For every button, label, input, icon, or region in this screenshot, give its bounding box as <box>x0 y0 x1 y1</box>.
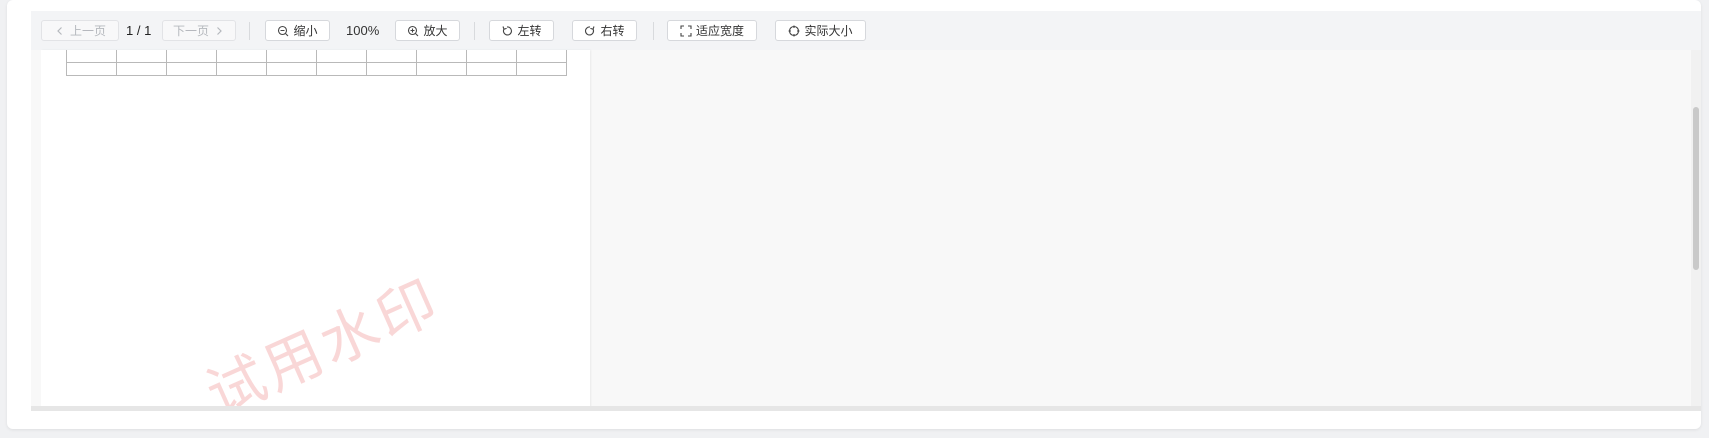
table-row <box>66 61 567 76</box>
fit-width-icon <box>680 24 692 37</box>
document-table <box>66 50 567 76</box>
document-viewer: 上一页 1 / 1 下一页 缩小 100% 放大 左转 右转 适应宽度 实际大小… <box>31 11 1701 411</box>
rotate-right-button[interactable]: 右转 <box>572 20 637 41</box>
toolbar-divider <box>474 22 475 40</box>
table-cell <box>466 50 517 63</box>
table-cell <box>466 61 517 76</box>
page-indicator: 1 / 1 <box>126 23 152 38</box>
table-cell <box>216 50 267 63</box>
rotate-left-label: 左转 <box>517 24 542 38</box>
table-cell <box>516 50 567 63</box>
table-row <box>66 50 567 63</box>
viewer-toolbar: 上一页 1 / 1 下一页 缩小 100% 放大 左转 右转 适应宽度 实际大小 <box>31 11 1701 50</box>
zoom-level: 100% <box>346 23 380 38</box>
viewer-card: 上一页 1 / 1 下一页 缩小 100% 放大 左转 右转 适应宽度 实际大小… <box>7 0 1701 429</box>
toolbar-divider <box>249 22 250 40</box>
rotate-right-icon <box>585 25 596 36</box>
prev-page-label: 上一页 <box>69 24 106 38</box>
vertical-scrollbar-thumb[interactable] <box>1693 107 1699 270</box>
document-page: 试用水印 <box>41 50 590 411</box>
table-cell <box>366 61 417 76</box>
table-cell <box>316 50 367 63</box>
table-cell <box>166 50 217 63</box>
zoom-in-button[interactable]: 放大 <box>395 20 460 41</box>
table-cell <box>516 61 567 76</box>
zoom-out-icon <box>278 25 289 36</box>
toolbar-divider <box>653 22 654 40</box>
horizontal-scrollbar[interactable] <box>31 406 1701 411</box>
chevron-right-icon <box>217 26 222 35</box>
zoom-in-icon <box>408 25 419 36</box>
fit-width-button[interactable]: 适应宽度 <box>667 20 757 41</box>
table-cell <box>266 50 317 63</box>
actual-size-button[interactable]: 实际大小 <box>775 20 866 41</box>
zoom-out-label: 缩小 <box>293 24 318 38</box>
table-cell <box>216 61 267 76</box>
table-cell <box>166 61 217 76</box>
next-page-label: 下一页 <box>172 24 209 38</box>
fit-width-label: 适应宽度 <box>695 24 744 38</box>
table-cell <box>316 61 367 76</box>
prev-page-button[interactable]: 上一页 <box>41 20 119 41</box>
chevron-left-icon <box>57 26 62 35</box>
rotate-left-icon <box>502 25 513 36</box>
table-cell <box>66 50 117 63</box>
table-cell <box>116 61 167 76</box>
table-cell <box>416 61 467 76</box>
table-cell <box>66 61 117 76</box>
zoom-in-label: 放大 <box>423 24 448 38</box>
rotate-left-button[interactable]: 左转 <box>489 20 554 41</box>
table-cell <box>116 50 167 63</box>
trial-watermark: 试用水印 <box>196 265 451 411</box>
rotate-right-label: 右转 <box>600 24 625 38</box>
zoom-out-button[interactable]: 缩小 <box>265 20 330 41</box>
actual-size-icon <box>788 25 800 36</box>
table-cell <box>266 61 317 76</box>
actual-size-label: 实际大小 <box>804 24 853 38</box>
next-page-button[interactable]: 下一页 <box>162 20 236 41</box>
table-cell <box>416 50 467 63</box>
table-cell <box>366 50 417 63</box>
